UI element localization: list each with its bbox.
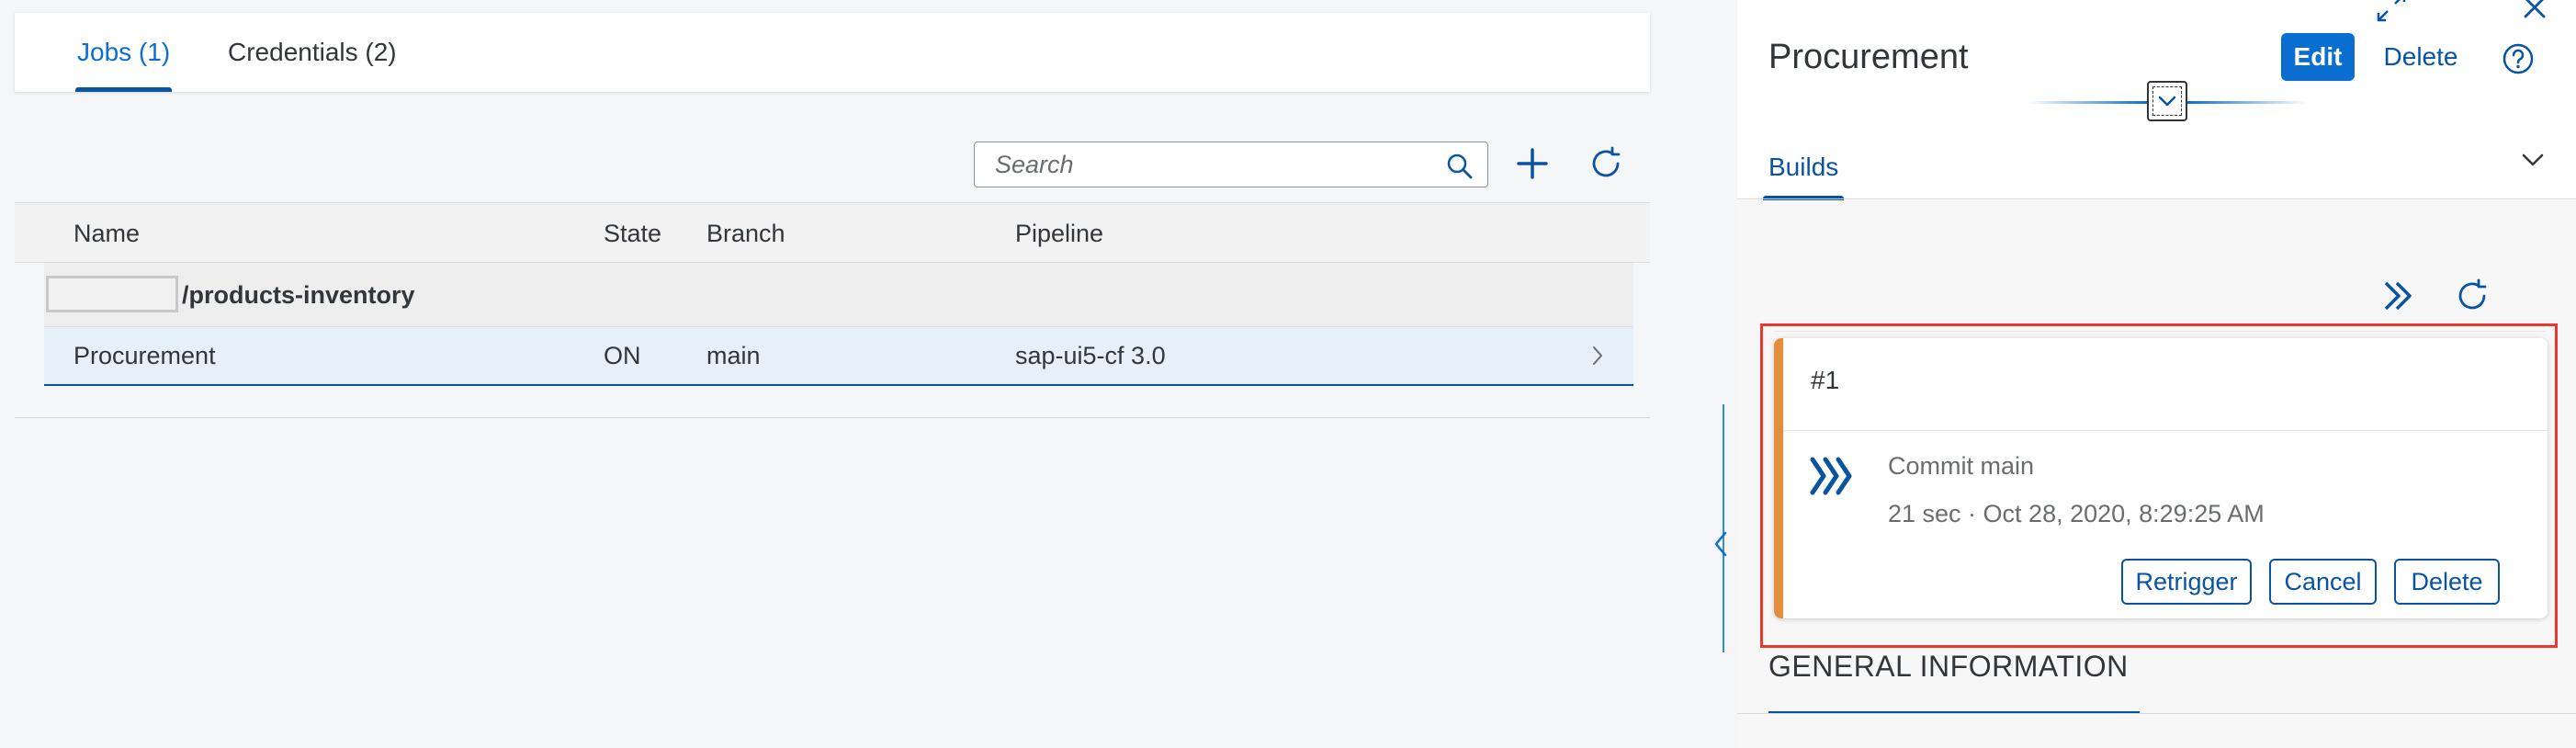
column-header-name: Name xyxy=(73,219,141,247)
build-status-indicator xyxy=(1774,338,1783,618)
build-number[interactable]: #1 xyxy=(1811,338,1839,423)
commit-info: Commit main xyxy=(1888,452,2035,480)
cell-branch: main xyxy=(706,341,761,369)
fullscreen-icon[interactable] xyxy=(2375,0,2408,24)
header-collapse-line xyxy=(2028,101,2147,104)
delete-build-button[interactable]: Delete xyxy=(2394,559,2500,605)
delete-job-button[interactable]: Delete xyxy=(2375,33,2467,81)
tab-builds[interactable]: Builds xyxy=(1762,138,1845,200)
search-icon[interactable] xyxy=(1445,152,1474,181)
group-header-row: /products-inventory xyxy=(44,263,1633,327)
job-detail-pane: Procurement Edit Delete Builds #1 Commit… xyxy=(1737,0,2576,748)
column-header-branch: Branch xyxy=(706,219,785,247)
detail-header: Procurement Edit Delete Builds xyxy=(1737,0,2576,200)
refresh-icon[interactable] xyxy=(2454,278,2491,314)
group-header-label: /products-inventory xyxy=(182,280,415,309)
builds-toolbar-divider xyxy=(1774,331,2546,332)
chevron-down-icon xyxy=(2158,96,2176,107)
section-divider xyxy=(1737,713,2576,714)
header-divider xyxy=(1737,198,2576,199)
table-header: Name State Branch Pipeline xyxy=(15,202,1650,263)
section-title[interactable]: GENERAL INFORMATION xyxy=(1768,643,2129,689)
tab-jobs[interactable]: Jobs (1) xyxy=(74,13,173,92)
collapse-header-button[interactable] xyxy=(2147,81,2187,121)
column-header-pipeline: Pipeline xyxy=(1015,219,1104,247)
jobs-list-pane: Jobs (1) Credentials (2) Name State Bran… xyxy=(0,0,1711,748)
build-card: #1 Commit main 21 sec · Oct 28, 2020, 8:… xyxy=(1774,338,2548,618)
column-header-state: State xyxy=(604,219,662,247)
run-icon[interactable] xyxy=(2380,278,2417,314)
help-icon[interactable] xyxy=(2502,42,2535,75)
close-icon[interactable] xyxy=(2518,0,2551,24)
chevron-down-icon[interactable] xyxy=(2518,145,2548,175)
cell-state: ON xyxy=(604,341,641,369)
chevron-right-icon[interactable] xyxy=(1587,344,1608,368)
tab-credentials[interactable]: Credentials (2) xyxy=(228,13,397,92)
retrigger-button[interactable]: Retrigger xyxy=(2121,559,2252,605)
redacted-owner xyxy=(46,276,178,312)
cancel-button[interactable]: Cancel xyxy=(2269,559,2377,605)
chevron-left-icon[interactable] xyxy=(1711,524,1731,564)
refresh-icon[interactable] xyxy=(1587,145,1624,182)
cell-name: Procurement xyxy=(73,341,216,369)
search-input[interactable] xyxy=(977,144,1418,185)
page-title: Procurement xyxy=(1768,37,1969,76)
header-collapse-line xyxy=(2187,101,2307,104)
tab-bar: Jobs (1) Credentials (2) xyxy=(15,13,1650,92)
table-bottom-divider xyxy=(15,417,1650,418)
add-icon[interactable] xyxy=(1514,145,1551,182)
stage-progress-icon xyxy=(1810,457,1852,495)
cell-pipeline: sap-ui5-cf 3.0 xyxy=(1015,341,1166,369)
card-divider xyxy=(1783,430,2548,431)
search-field[interactable] xyxy=(974,142,1488,187)
edit-button[interactable]: Edit xyxy=(2281,33,2355,81)
table-row[interactable]: Procurement ON main sap-ui5-cf 3.0 xyxy=(44,327,1633,386)
build-timestamp: 21 sec · Oct 28, 2020, 8:29:25 AM xyxy=(1888,500,2265,527)
